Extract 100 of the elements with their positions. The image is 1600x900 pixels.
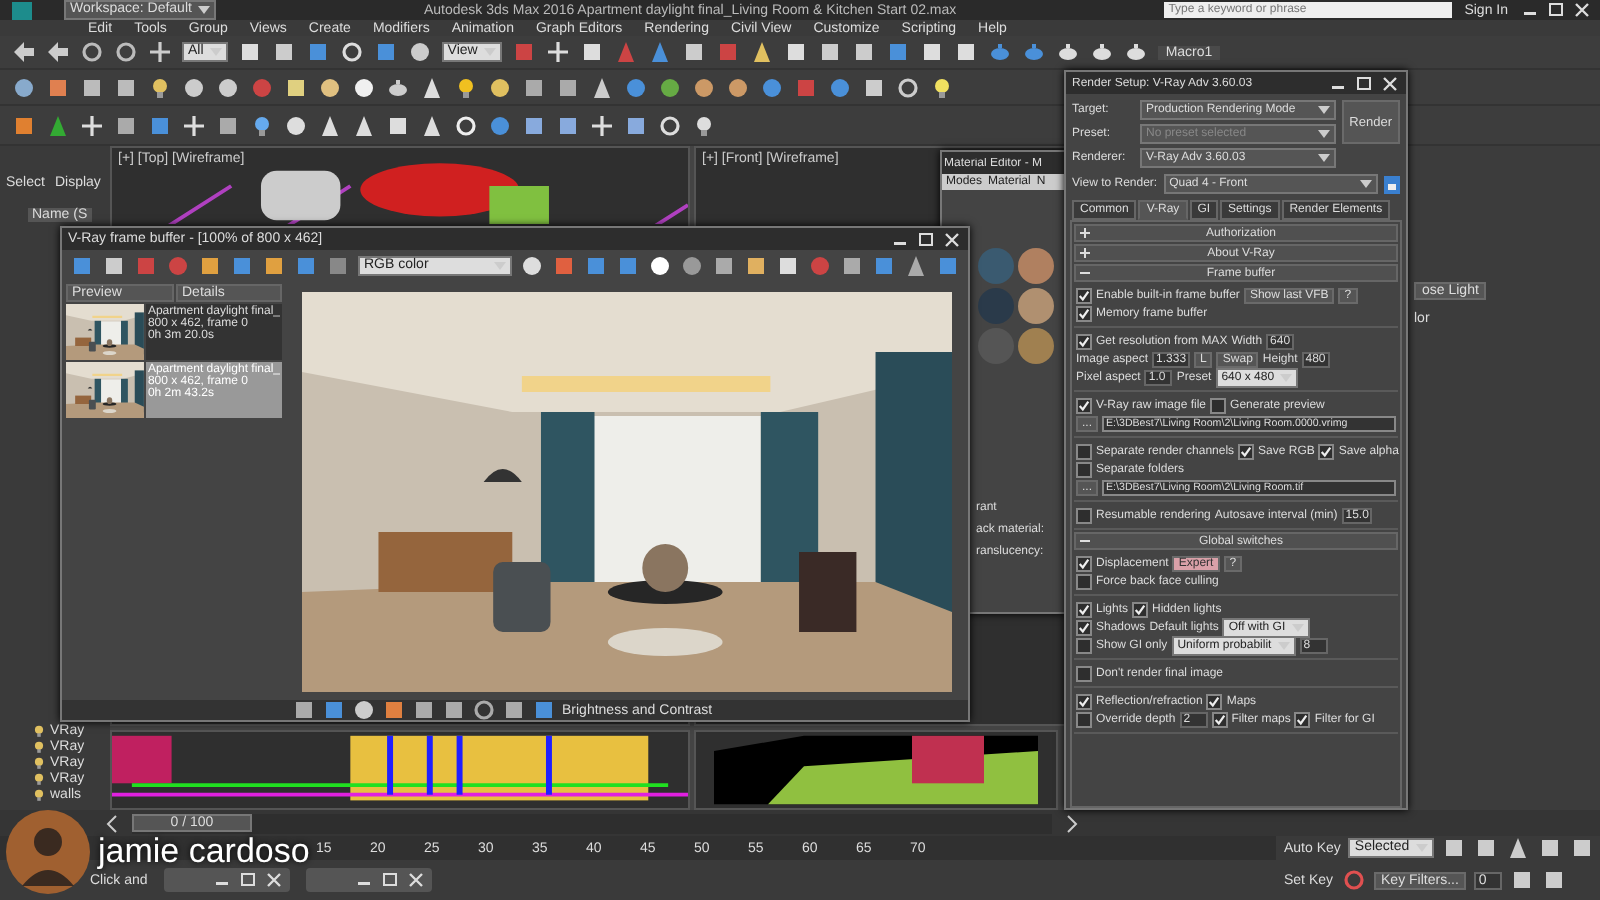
cone-icon[interactable] [647, 40, 672, 64]
lightbulb-icon[interactable] [148, 75, 172, 99]
square-icon[interactable] [579, 40, 604, 64]
arrow-icon[interactable] [46, 40, 70, 64]
expand-icon[interactable] [1080, 228, 1090, 238]
square-icon[interactable] [271, 40, 296, 64]
square-icon[interactable] [919, 40, 944, 64]
square-icon[interactable] [712, 253, 736, 277]
teapot-icon[interactable] [1055, 40, 1080, 64]
checkbox[interactable] [1211, 712, 1228, 728]
maximize-icon[interactable] [916, 231, 936, 247]
square-icon[interactable] [1510, 868, 1535, 892]
expand-icon[interactable] [1080, 248, 1090, 258]
checkbox[interactable] [1294, 712, 1311, 728]
checkbox[interactable] [1076, 398, 1092, 414]
taskbar-window[interactable] [305, 868, 432, 892]
cone-icon[interactable] [46, 113, 70, 137]
teapot-icon[interactable] [1123, 40, 1148, 64]
square-icon[interactable] [522, 113, 546, 137]
checkbox[interactable] [1076, 694, 1092, 710]
square-icon[interactable] [783, 40, 808, 64]
sphere-icon[interactable] [488, 75, 512, 99]
square-icon[interactable] [148, 113, 172, 137]
checkbox[interactable] [1238, 444, 1255, 460]
lightbulb-icon[interactable] [692, 113, 716, 137]
square-icon[interactable] [624, 113, 648, 137]
square-icon[interactable] [840, 253, 864, 277]
square-icon[interactable] [382, 698, 406, 722]
square-icon[interactable] [102, 253, 126, 277]
sphere-icon[interactable] [182, 75, 206, 99]
cone-icon[interactable] [590, 75, 614, 99]
square-icon[interactable] [262, 253, 286, 277]
checkbox[interactable] [1076, 334, 1092, 350]
move-icon[interactable] [182, 113, 206, 137]
teapot-icon[interactable] [1089, 40, 1114, 64]
square-icon[interactable] [953, 40, 978, 64]
square-icon[interactable] [556, 75, 580, 99]
cone-icon[interactable] [420, 75, 444, 99]
cone-icon[interactable] [420, 113, 444, 137]
checkbox[interactable] [1210, 398, 1227, 414]
checkbox[interactable] [1206, 694, 1223, 710]
maximize-icon[interactable] [237, 872, 258, 888]
square-icon[interactable] [292, 698, 316, 722]
checkbox[interactable] [1076, 508, 1092, 524]
square-icon[interactable] [442, 698, 466, 722]
maximize-icon[interactable] [379, 872, 400, 888]
square-icon[interactable] [322, 698, 346, 722]
lightbulb-icon[interactable] [32, 723, 46, 737]
ring-icon[interactable] [472, 698, 496, 722]
close-icon[interactable] [1572, 2, 1592, 18]
lightbulb-icon[interactable] [454, 75, 478, 99]
taskbar-window[interactable] [163, 868, 290, 892]
square-icon[interactable] [237, 40, 262, 64]
sphere-icon[interactable] [284, 113, 308, 137]
square-icon[interactable] [1537, 836, 1562, 860]
square-icon[interactable] [1441, 836, 1466, 860]
square-icon[interactable] [216, 113, 240, 137]
checkbox[interactable] [1076, 666, 1092, 682]
square-icon[interactable] [862, 75, 886, 99]
move-icon[interactable] [545, 40, 570, 64]
sphere-icon[interactable] [726, 75, 750, 99]
close-icon[interactable] [1380, 75, 1400, 91]
sphere-icon[interactable] [648, 253, 672, 277]
square-icon[interactable] [373, 40, 398, 64]
sphere-icon[interactable] [692, 75, 716, 99]
collapse-icon[interactable] [1080, 268, 1090, 278]
checkbox[interactable] [1076, 556, 1092, 572]
maximize-icon[interactable] [1354, 75, 1374, 91]
square-icon[interactable] [1569, 836, 1594, 860]
lightbulb-icon[interactable] [32, 771, 46, 785]
square-icon[interactable] [885, 40, 910, 64]
sphere-icon[interactable] [318, 75, 342, 99]
close-icon[interactable] [942, 231, 962, 247]
teapot-icon[interactable] [386, 75, 410, 99]
square-icon[interactable] [744, 253, 768, 277]
maximize-icon[interactable] [1546, 2, 1566, 18]
sphere-icon[interactable] [658, 75, 682, 99]
square-icon[interactable] [114, 113, 138, 137]
lightbulb-icon[interactable] [250, 113, 274, 137]
cone-icon[interactable] [749, 40, 774, 64]
close-icon[interactable] [405, 872, 426, 888]
square-icon[interactable] [198, 253, 222, 277]
collapse-icon[interactable] [1080, 536, 1090, 546]
checkbox[interactable] [1076, 602, 1092, 618]
checkbox[interactable] [1076, 712, 1092, 728]
move-icon[interactable] [80, 113, 104, 137]
sphere-icon[interactable] [352, 698, 376, 722]
checkbox[interactable] [1076, 306, 1092, 322]
square-icon[interactable] [522, 75, 546, 99]
checkbox[interactable] [1076, 638, 1092, 654]
sphere-icon[interactable] [520, 253, 544, 277]
square-icon[interactable] [386, 113, 410, 137]
close-icon[interactable] [263, 872, 284, 888]
checkbox[interactable] [1076, 574, 1092, 590]
square-icon[interactable] [114, 75, 138, 99]
square-icon[interactable] [1542, 868, 1567, 892]
square-icon[interactable] [502, 698, 526, 722]
sphere-icon[interactable] [407, 40, 432, 64]
cone-icon[interactable] [318, 113, 342, 137]
checkbox[interactable] [1076, 620, 1092, 636]
